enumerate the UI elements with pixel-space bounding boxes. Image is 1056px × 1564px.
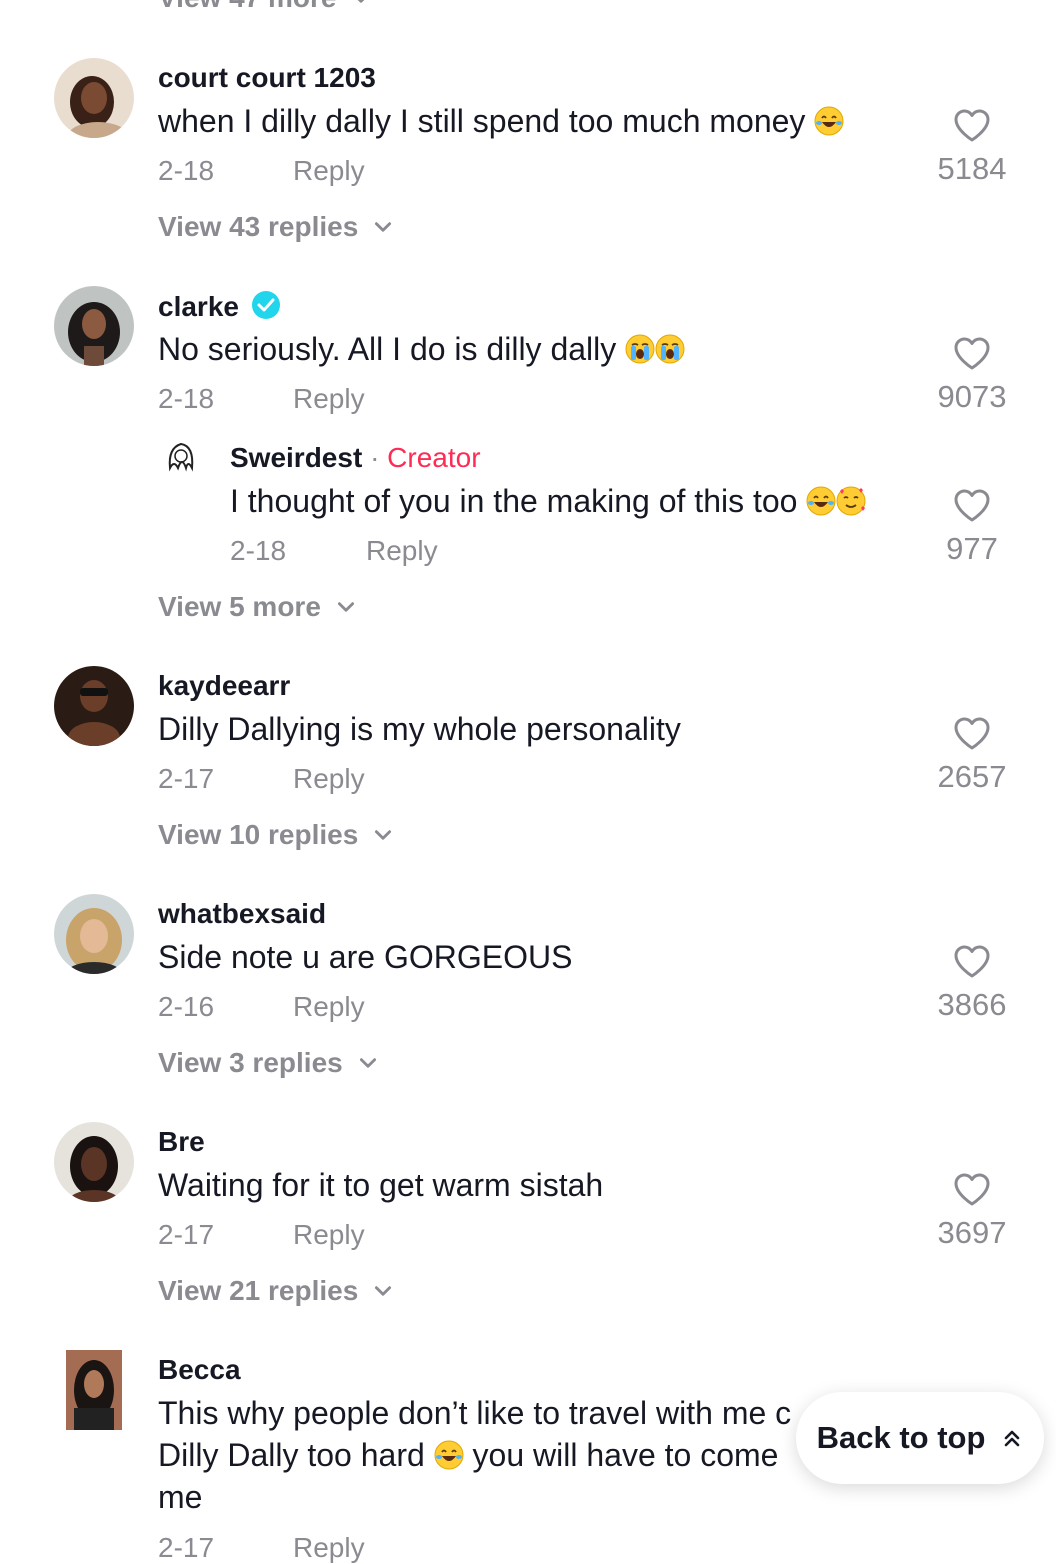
reply-button[interactable]: Reply [293,1532,365,1564]
comment-text: Dilly Dallying is my whole personality [158,711,681,747]
like-count: 3866 [937,987,1007,1022]
heart-icon[interactable] [952,106,992,146]
comment-username[interactable]: whatbexsaid [158,898,326,930]
reply-button[interactable]: Reply [293,763,365,795]
comment-username[interactable]: Becca [158,1354,241,1386]
avatar[interactable] [54,666,134,746]
loudly-crying-icon [655,334,685,364]
chevron-down-icon [372,824,394,846]
avatar[interactable] [54,1122,134,1202]
chevron-down-icon [372,1280,394,1302]
chevron-down-icon [357,1052,379,1074]
rolling-on-floor-laughing-icon [814,106,844,136]
heart-icon[interactable] [952,942,992,982]
like-count: 9073 [937,379,1007,414]
comment-username[interactable]: court court 1203 [158,62,376,94]
chevron-down-icon [372,216,394,238]
back-to-top-label: Back to top [816,1420,986,1455]
view-replies-button[interactable]: View 3 replies [158,1047,379,1079]
double-chevron-up-icon [1005,1430,1020,1447]
comment-date: 2-18 [158,383,215,414]
avatar[interactable] [54,894,134,974]
view-more-button[interactable]: View 47 more [158,0,372,14]
view-replies-label: View 10 replies [158,819,359,850]
view-replies-label: View 43 replies [158,211,359,242]
reply-date: 2-18 [230,535,287,566]
tears-of-joy-icon [434,1440,464,1470]
creator-badge: Creator [387,442,481,473]
avatar[interactable] [66,1350,122,1430]
reply-button[interactable]: Reply [293,991,365,1023]
like-count: 2657 [937,759,1007,794]
heart-icon[interactable] [952,486,992,526]
like-count: 3697 [937,1215,1007,1250]
back-to-top-button[interactable]: Back to top [796,1392,1044,1484]
chevron-down-icon [335,596,357,618]
avatar[interactable] [54,58,134,138]
loudly-crying-icon [625,334,655,364]
heart-icon[interactable] [952,334,992,374]
avatar[interactable] [54,286,134,366]
like-count: 5184 [937,151,1007,186]
reply-button[interactable]: Reply [293,1219,365,1251]
comment-text: Waiting for it to get warm sistah [158,1167,604,1203]
smiling-with-hearts-icon [836,486,866,516]
reply-text: I thought of you in the making of this t… [230,480,866,522]
comment-text-line: This why people don’t like to travel wit… [158,1395,792,1431]
heart-icon[interactable] [952,714,992,754]
view-more-label: View 5 more [158,591,321,622]
reply-button[interactable]: Reply [293,155,365,187]
view-replies-button[interactable]: View 43 replies [158,211,394,243]
view-more-button[interactable]: View 5 more [158,591,357,623]
reply-username[interactable]: Sweirdest · Creator [230,442,481,474]
view-more-label: View 47 more [158,0,336,14]
view-replies-button[interactable]: View 10 replies [158,819,394,851]
heart-icon[interactable] [952,1170,992,1210]
comment-date: 2-17 [158,1532,215,1563]
comment-date: 2-16 [158,991,215,1022]
comment-text: No seriously. All I do is dilly dally [158,328,685,370]
reply-button[interactable]: Reply [366,535,438,567]
tears-of-joy-icon [806,486,836,516]
view-replies-label: View 3 replies [158,1047,343,1078]
like-count: 977 [946,531,998,566]
comment-text: Side note u are GORGEOUS [158,939,573,975]
comment-text-line: me [158,1479,203,1515]
comment-username[interactable]: kaydeearr [158,670,290,702]
comment-text: when I dilly dally I still spend too muc… [158,100,844,142]
comment-date: 2-17 [158,763,215,794]
comment-username[interactable]: Bre [158,1126,205,1158]
reply-button[interactable]: Reply [293,383,365,415]
comment-text-line: Dilly Dally too hard you will have to co… [158,1437,779,1473]
verified-badge-icon [251,291,280,319]
comment-username[interactable]: clarke [158,290,281,323]
view-replies-button[interactable]: View 21 replies [158,1275,394,1307]
chevron-down-icon [350,0,372,9]
creator-avatar[interactable] [160,438,202,480]
comment-date: 2-17 [158,1219,215,1250]
comment-date: 2-18 [158,155,215,186]
view-replies-label: View 21 replies [158,1275,359,1306]
